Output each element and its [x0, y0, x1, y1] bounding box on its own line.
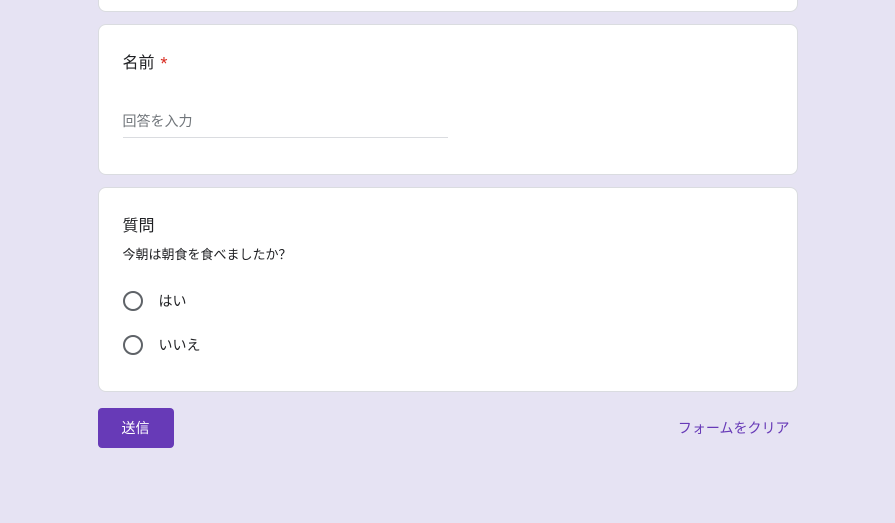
question-description: 今朝は朝食を食べましたか？	[123, 244, 773, 263]
radio-circle-icon	[123, 335, 143, 355]
question-title: 質問	[123, 212, 773, 236]
radio-option-yes[interactable]: はい	[123, 279, 773, 323]
required-asterisk-icon: *	[160, 53, 167, 72]
radio-label: いいえ	[159, 335, 201, 355]
clear-form-button[interactable]: フォームをクリア	[670, 410, 798, 446]
form-actions: 送信 フォームをクリア	[98, 408, 798, 464]
previous-card-bottom	[98, 0, 798, 12]
form-container: 名前 * 質問 今朝は朝食を食べましたか？ はい いいえ 送信 フォームをクリア	[48, 0, 848, 464]
radio-label: はい	[159, 291, 187, 311]
question-card-name: 名前 *	[98, 24, 798, 175]
radio-circle-icon	[123, 291, 143, 311]
question-card-question: 質問 今朝は朝食を食べましたか？ はい いいえ	[98, 187, 798, 392]
question-title: 名前 *	[123, 49, 773, 73]
radio-option-no[interactable]: いいえ	[123, 323, 773, 367]
name-input[interactable]	[123, 105, 448, 138]
submit-button[interactable]: 送信	[98, 408, 174, 448]
question-title-text: 質問	[123, 216, 155, 235]
radio-group: はい いいえ	[123, 279, 773, 367]
question-title-text: 名前	[123, 53, 155, 72]
